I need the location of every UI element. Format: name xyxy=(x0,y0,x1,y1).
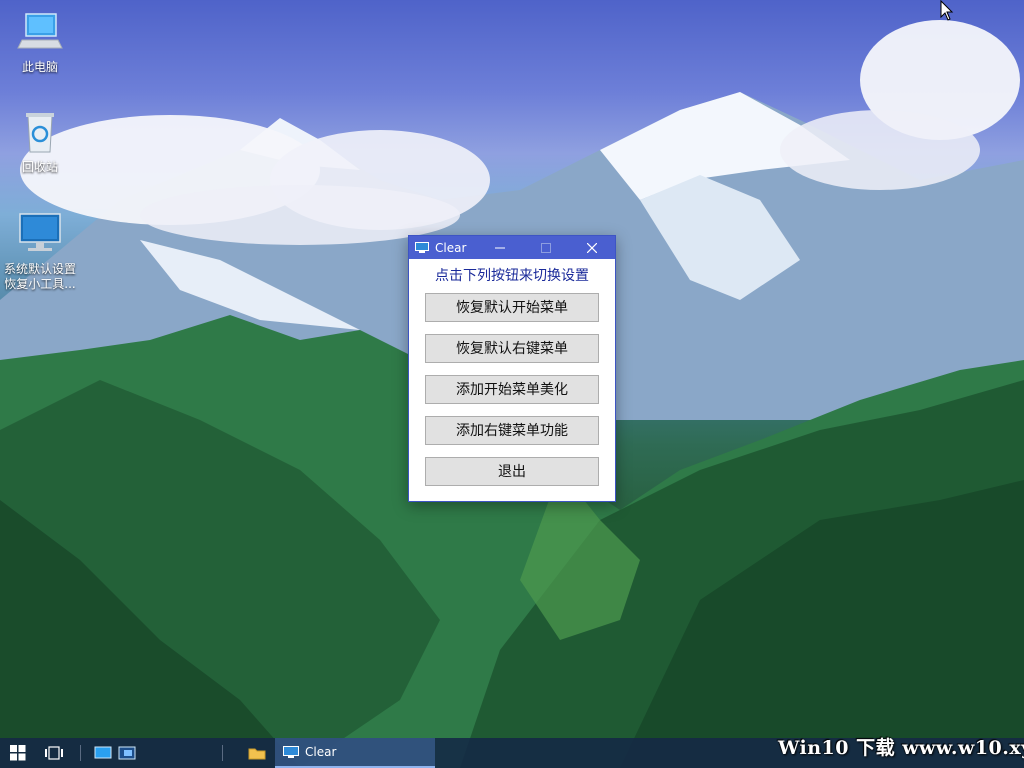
task-view-button[interactable] xyxy=(38,738,70,768)
quicklaunch-desktop[interactable] xyxy=(90,738,116,768)
instruction-label: 点击下列按钮来切换设置 xyxy=(435,268,589,284)
task-view-icon xyxy=(45,746,63,760)
switch-windows-icon xyxy=(118,746,136,760)
windows-logo-icon xyxy=(10,745,26,761)
window-title: Clear xyxy=(435,240,467,255)
desktop-icon-restore-tool[interactable]: 系统默认设置 恢复小工具... xyxy=(0,212,80,292)
maximize-icon xyxy=(541,242,551,253)
desktop-icon-label: 此电脑 xyxy=(21,60,58,74)
file-explorer-button[interactable] xyxy=(244,738,270,768)
folder-icon xyxy=(248,748,266,760)
monitor-icon xyxy=(415,242,429,253)
minimize-icon xyxy=(495,247,505,248)
clear-window: Clear 点击下列按钮来切换设置 恢复默认开始菜单 恢复默认右键菜单 添加开始… xyxy=(408,235,616,502)
desktop-icon xyxy=(94,746,112,759)
desktop-icon-label: 系统默认设置 xyxy=(3,262,76,276)
minimize-button[interactable] xyxy=(477,236,523,259)
monitor-icon xyxy=(283,746,299,758)
taskbar-divider xyxy=(80,745,81,761)
watermark-text: Win10 下载 www.w10.xyz xyxy=(778,737,1024,759)
quicklaunch-switch-windows[interactable] xyxy=(116,738,138,768)
recycle-bin-icon xyxy=(26,113,54,153)
maximize-button xyxy=(523,236,569,259)
exit-button[interactable]: 退出 xyxy=(425,457,599,486)
close-button[interactable] xyxy=(569,236,615,259)
taskbar-divider xyxy=(222,745,223,761)
taskbar-item-clear[interactable]: Clear xyxy=(275,738,435,768)
desktop-icon-recycle-bin[interactable]: 回收站 xyxy=(0,110,80,175)
desktop-icon-label: 恢复小工具... xyxy=(4,277,76,291)
mouse-cursor-icon xyxy=(940,0,954,21)
add-start-menu-theme-button[interactable]: 添加开始菜单美化 xyxy=(425,375,599,404)
add-context-menu-features-button[interactable]: 添加右键菜单功能 xyxy=(425,416,599,445)
taskbar-item-label: Clear xyxy=(305,745,337,759)
desktop: 此电脑 回收站 系统默认设置 恢复小工具... Clear 点击下列按钮来切换设… xyxy=(0,0,1024,768)
window-client-area: 点击下列按钮来切换设置 恢复默认开始菜单 恢复默认右键菜单 添加开始菜单美化 添… xyxy=(409,259,615,486)
start-button[interactable] xyxy=(0,738,36,768)
window-titlebar[interactable]: Clear xyxy=(409,236,615,259)
restore-start-menu-button[interactable]: 恢复默认开始菜单 xyxy=(425,293,599,322)
monitor-icon xyxy=(19,213,61,251)
close-icon xyxy=(587,242,597,253)
computer-icon xyxy=(17,13,63,49)
restore-context-menu-button[interactable]: 恢复默认右键菜单 xyxy=(425,334,599,363)
desktop-icon-label: 回收站 xyxy=(21,160,58,174)
desktop-icon-this-pc[interactable]: 此电脑 xyxy=(0,10,80,75)
